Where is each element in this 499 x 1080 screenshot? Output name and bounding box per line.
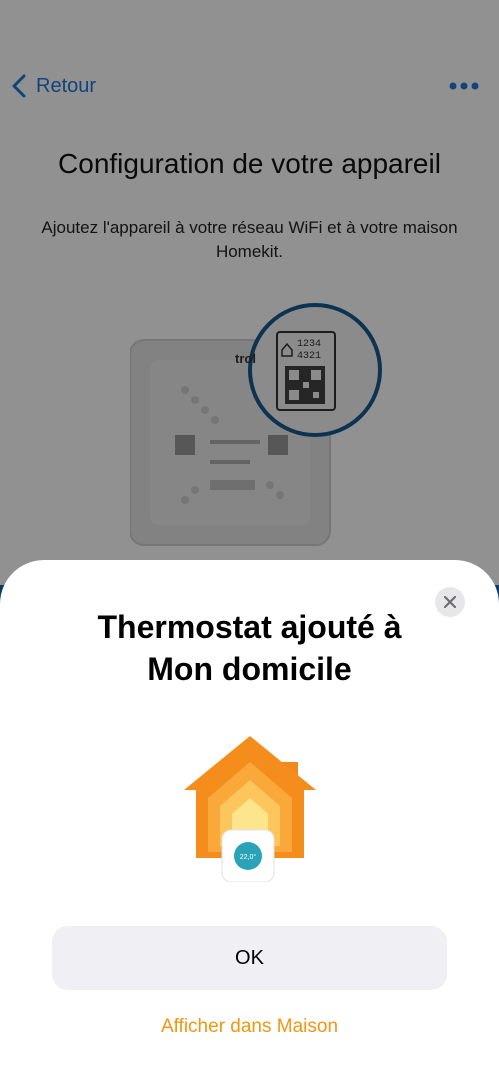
ok-button[interactable]: OK [52,926,447,990]
thermostat-reading: 22,0° [240,853,257,861]
home-app-icon: 22,0° [184,736,316,882]
added-to-home-sheet: Thermostat ajouté à Mon domicile 22,0° O… [0,560,499,1080]
ok-button-label: OK [235,946,264,969]
view-in-home-link[interactable]: Afficher dans Maison [0,1016,499,1038]
sheet-title-line2: Mon domicile [147,651,352,687]
sheet-title-line1: Thermostat ajouté à [97,609,402,645]
sheet-title: Thermostat ajouté à Mon domicile [20,606,479,690]
